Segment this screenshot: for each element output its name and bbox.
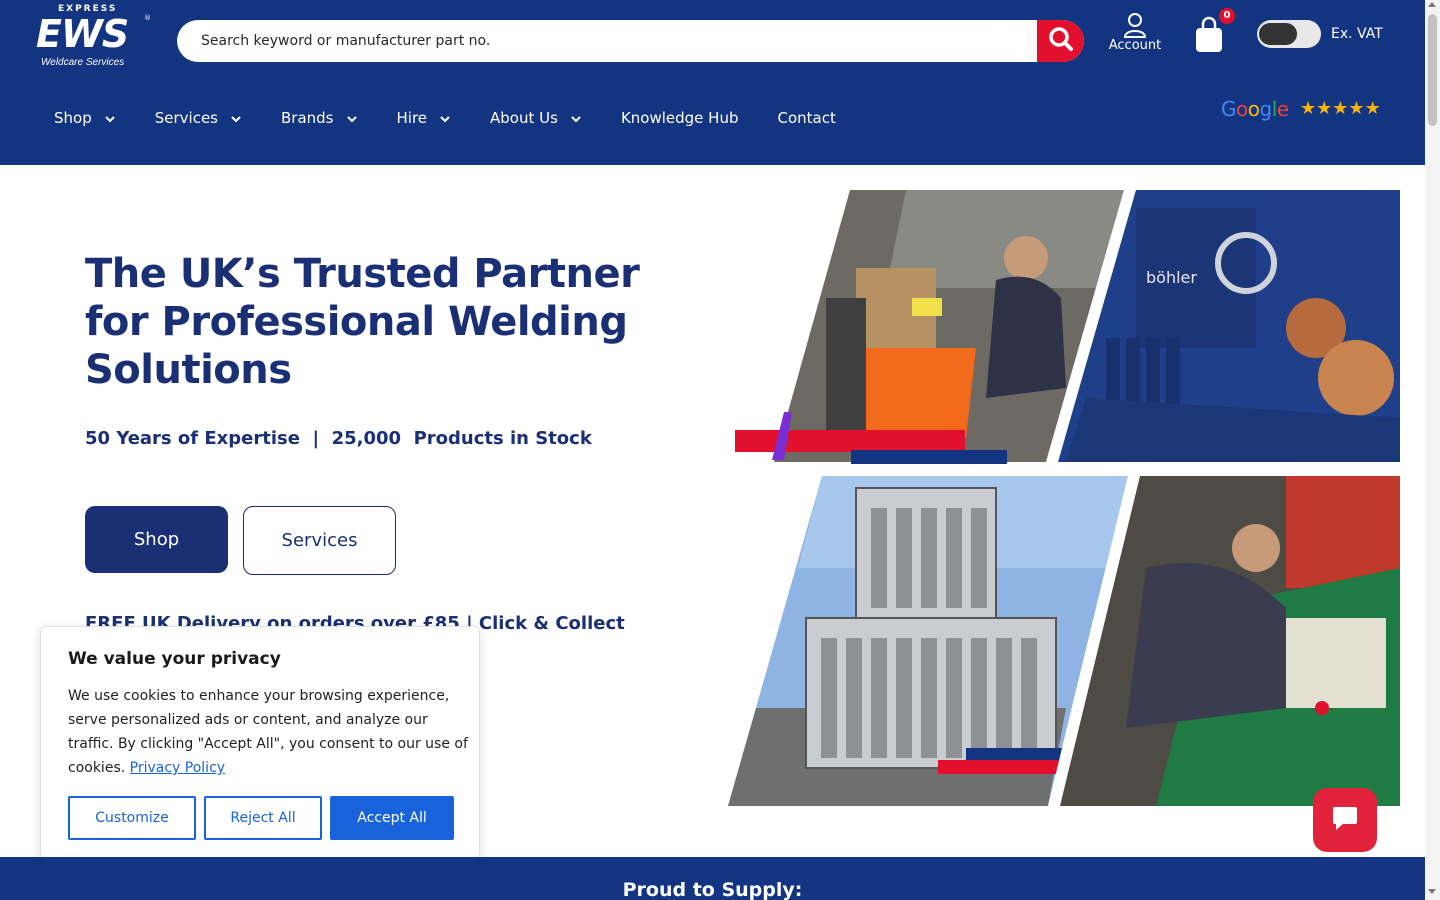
nav-hire[interactable]: Hire [397,108,452,128]
nav-label: Contact [777,109,836,127]
nav-label: Hire [396,109,428,127]
shopping-bag-icon [1194,16,1224,58]
accent-stripe-red [735,430,965,452]
star-icon: ★ [1300,98,1317,119]
scroll-down-arrow-icon[interactable] [1428,889,1436,894]
account-link[interactable]: Account [1106,10,1164,60]
cookie-consent-banner: We value your privacy We use cookies to … [40,626,480,860]
chevron-down-icon [346,109,358,127]
nav-services[interactable]: Services [155,108,242,128]
services-button[interactable]: Services [243,506,396,575]
main-nav: Shop Services Brands Hire About Us Knowl… [54,108,875,128]
cart-button[interactable]: 0 [1192,8,1236,56]
hero-stats: 50 Years of Expertise | 25,000 Products … [85,428,592,449]
proud-to-supply-section: Proud to Supply: [0,857,1425,900]
chevron-down-icon [570,109,582,127]
vat-label: Ex. VAT [1331,26,1383,42]
accent-stripe-blue [851,450,1007,464]
site-header: EXPRESS EWS ® Weldcare Services Account … [0,0,1425,165]
logo-subtitle: Weldcare Services [41,57,125,68]
vat-toggle-knob [1259,23,1297,45]
nav-label: About Us [490,109,558,127]
hero-image-collage: böhler [728,190,1400,806]
star-icon: ★ [1364,98,1381,119]
star-icon: ★ [1332,98,1349,119]
star-icon: ★ [1348,98,1365,119]
nav-label: Shop [54,109,92,127]
customize-button[interactable]: Customize [68,796,196,840]
accept-all-button[interactable]: Accept All [330,796,454,840]
nav-contact[interactable]: Contact [777,108,835,128]
chevron-down-icon [439,109,451,127]
nav-knowledge-hub[interactable]: Knowledge Hub [621,108,739,128]
search-button[interactable] [1037,20,1084,62]
privacy-policy-link[interactable]: Privacy Policy [130,760,225,776]
account-label: Account [1108,38,1162,53]
scrollbar-thumb[interactable] [1428,14,1437,126]
google-logo[interactable]: Google [1221,97,1289,121]
nav-label: Knowledge Hub [620,109,739,127]
nav-label: Brands [281,109,334,127]
shop-button[interactable]: Shop [85,506,228,573]
rating-stars: ★★★★★ [1300,98,1381,119]
star-icon: ★ [1316,98,1333,119]
chevron-down-icon [230,109,242,127]
nav-shop[interactable]: Shop [54,108,116,128]
nav-about-us[interactable]: About Us [490,108,582,128]
logo-ews-text: EWS [36,12,129,56]
bohler-brand-text: böhler [1146,268,1197,287]
scroll-up-arrow-icon[interactable] [1428,2,1436,7]
chevron-down-icon [104,109,116,127]
hero-title: The UK’s Trusted Partner for Professiona… [85,251,640,393]
nav-brands[interactable]: Brands [281,108,358,128]
search-input[interactable] [177,20,1037,62]
search-icon [1048,26,1074,56]
registered-mark-icon: ® [144,14,151,22]
proud-to-supply-heading: Proud to Supply: [622,879,803,900]
ews-logo[interactable]: EXPRESS EWS ® Weldcare Services [36,4,154,68]
chat-button[interactable] [1313,788,1377,852]
cookie-title: We value your privacy [68,649,281,669]
chat-bubble-icon [1331,804,1359,836]
cookie-body: We use cookies to enhance your browsing … [68,684,468,780]
cookie-text: We use cookies to enhance your browsing … [68,688,468,776]
vat-toggle[interactable] [1257,20,1321,48]
reject-all-button[interactable]: Reject All [204,796,322,840]
page-scrollbar[interactable] [1425,0,1440,900]
search-bar [177,20,1084,62]
nav-label: Services [154,109,218,127]
cart-count-badge: 0 [1219,8,1235,24]
